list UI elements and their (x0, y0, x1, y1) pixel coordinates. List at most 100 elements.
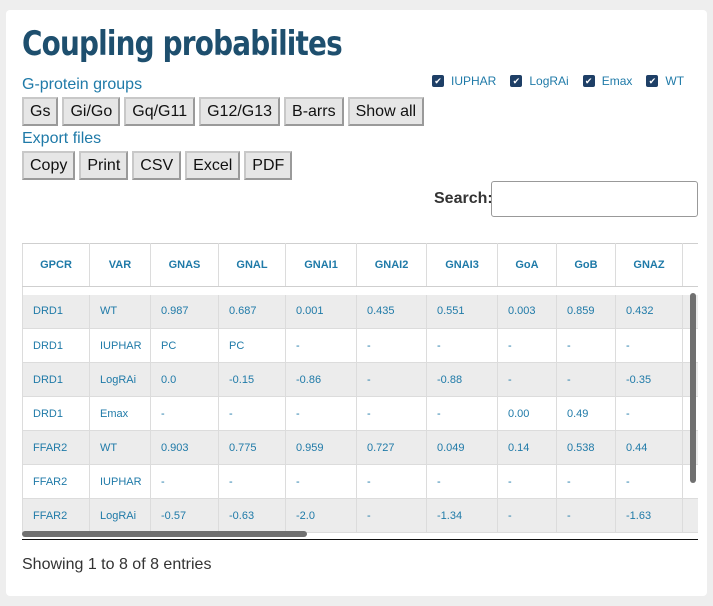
table-cell: DRD1 (22, 294, 90, 329)
table-cell: PC (218, 328, 286, 363)
export-files-label: Export files (22, 130, 102, 147)
checkbox-checked-icon[interactable]: ✔ (646, 75, 659, 87)
table-cell: 0.14 (497, 430, 557, 465)
table-cell: - (556, 498, 616, 533)
filter-iuphar[interactable]: ✔ IUPHAR (432, 74, 496, 88)
table-cell: 0.49 (556, 396, 616, 431)
column-header-gnai1[interactable]: GNAI1 (285, 243, 357, 287)
table-cell: 0.987 (150, 294, 219, 329)
column-header-gnai2[interactable]: GNAI2 (356, 243, 427, 287)
checkbox-checked-icon[interactable]: ✔ (582, 75, 595, 87)
table-cell: - (356, 328, 427, 363)
table-cell: DRD1 (22, 362, 90, 397)
table-cell: DRD1 (22, 328, 90, 363)
group-button-gi-go[interactable]: Gi/Go (62, 97, 121, 126)
table-row: FFAR2 LogRAi -0.57 -0.63 -2.0- -1.34- - -1.63 (22, 498, 698, 533)
table-cell: 0.44 (615, 430, 683, 465)
table-row: FFAR2 WT 0.903 0.775 0.959 0.727 0.049 0.14 0.53… (22, 430, 698, 465)
column-header-gnaz[interactable]: GNAZ (615, 243, 683, 287)
export-button-print[interactable]: Print (79, 151, 129, 180)
table-row: DRD1 IUPHAR PC PC - - - - - - (22, 328, 698, 363)
page-card: Coupling probabilites G-protein groups G… (6, 10, 707, 596)
table-cell: IUPHAR (89, 328, 151, 363)
table-cell: 0.775 (218, 430, 286, 465)
table-body: DRD1 WT 0.987 0.687 0.001 0.435 0.551 0.003 0.85… (22, 286, 698, 533)
export-button-copy[interactable]: Copy (22, 151, 76, 180)
table-cell: - (615, 396, 683, 431)
table-cell: - (556, 362, 616, 397)
table-cell: 0.551 (426, 294, 498, 329)
search-input[interactable] (491, 181, 698, 217)
search-label: Search: (434, 190, 493, 207)
table-cell: 0.859 (556, 294, 616, 329)
table-cell: FFAR2 (22, 464, 90, 499)
table-cell: DRD1 (22, 396, 90, 431)
filter-checkboxes: ✔ IUPHAR ✔ LogRAi ✔ Emax ✔ WT (432, 74, 684, 88)
table-cell: 0.687 (218, 294, 286, 329)
header-spacer (22, 286, 698, 295)
vertical-scrollbar[interactable] (690, 293, 696, 483)
table-cell: -0.86 (285, 362, 357, 397)
table-cell: - (285, 396, 357, 431)
group-button-b-arrs[interactable]: B-arrs (284, 97, 344, 126)
table-cell: - (356, 396, 427, 431)
checkbox-checked-icon[interactable]: ✔ (432, 75, 444, 87)
export-buttons: Copy Print CSV Excel PDF (22, 151, 293, 180)
group-button-gq-g11[interactable]: Gq/G11 (124, 97, 196, 126)
table-row: DRD1 Emax - - - - -0.00 0.49- (22, 396, 698, 431)
coupling-table-container[interactable]: GPCR VAR GNAS GNAL GNAI1 GNAI2 GNAI3 GoA GoB GNAZ… (22, 243, 698, 539)
table-cell: - (426, 328, 498, 363)
table-cell: LogRAi (89, 362, 151, 397)
group-button-g12-g13[interactable]: G12/G13 (199, 97, 281, 126)
table-cell: - (497, 362, 557, 397)
table-cell: - (150, 396, 219, 431)
horizontal-scrollbar[interactable] (22, 531, 307, 537)
filter-lograi[interactable]: ✔ LogRAi (510, 74, 569, 88)
table-cell: 0.0 (150, 362, 219, 397)
filter-emax[interactable]: ✔ Emax (582, 74, 632, 88)
table-cell: - (150, 464, 219, 499)
table-cell: -0.15 (218, 362, 286, 397)
table-cell: WT (89, 294, 151, 329)
page-title: Coupling probabilites (22, 24, 343, 64)
table-cell: 0.538 (556, 430, 616, 465)
g-protein-group-buttons: Gs Gi/Go Gq/G11 G12/G13 B-arrs Show all (22, 97, 425, 126)
table-cell: - (426, 396, 498, 431)
table-cell: - (497, 464, 557, 499)
table-cell: -2.0 (285, 498, 357, 533)
export-button-excel[interactable]: Excel (185, 151, 241, 180)
table-cell: 0.049 (426, 430, 498, 465)
filter-label: IUPHAR (451, 74, 497, 88)
table-cell: - (285, 328, 357, 363)
table-row: DRD1 LogRAi 0.0 -0.15 -0.86- -0.88- - -0.35 (22, 362, 698, 397)
table-cell: 0.003 (497, 294, 557, 329)
column-header-gnas[interactable]: GNAS (150, 243, 219, 287)
group-button-show-all[interactable]: Show all (347, 97, 425, 126)
filter-label: WT (665, 74, 685, 88)
table-cell: PC (150, 328, 219, 363)
filter-wt[interactable]: ✔ WT (646, 74, 684, 88)
column-header-gnal[interactable]: GNAL (218, 243, 286, 287)
table-cell: - (218, 464, 286, 499)
g-protein-groups-label: G-protein groups (22, 76, 143, 93)
table-cell: - (497, 328, 557, 363)
table-info: Showing 1 to 8 of 8 entries (22, 556, 212, 573)
export-button-pdf[interactable]: PDF (244, 151, 293, 180)
table-cell: Emax (89, 396, 151, 431)
table-cell: - (615, 464, 683, 499)
export-button-csv[interactable]: CSV (132, 151, 182, 180)
checkbox-checked-icon[interactable]: ✔ (510, 75, 523, 87)
column-header-gpcr[interactable]: GPCR (22, 243, 90, 287)
table-cell-overflow (682, 498, 698, 533)
table-cell: FFAR2 (22, 430, 90, 465)
table-cell: -0.57 (150, 498, 219, 533)
table-cell: FFAR2 (22, 498, 90, 533)
table-bottom-rule (22, 539, 698, 540)
column-header-gob[interactable]: GoB (556, 243, 616, 287)
column-header-var[interactable]: VAR (89, 243, 151, 287)
table-cell: 0.432 (615, 294, 683, 329)
column-header-goa[interactable]: GoA (497, 243, 557, 287)
table-cell: -1.63 (615, 498, 683, 533)
group-button-gs[interactable]: Gs (22, 97, 59, 126)
column-header-gnai3[interactable]: GNAI3 (426, 243, 498, 287)
